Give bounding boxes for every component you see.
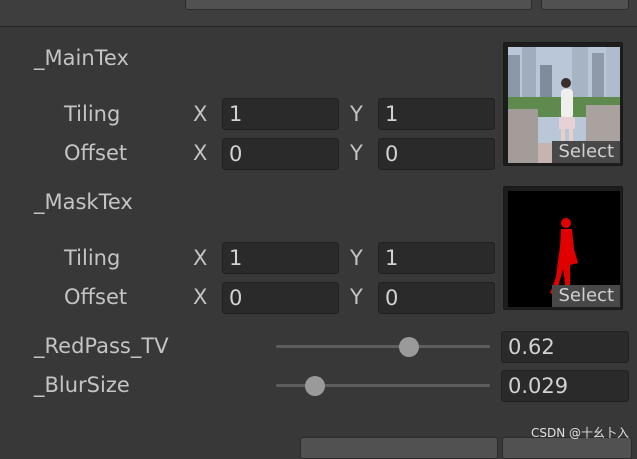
- main-tex-offset-x-field[interactable]: 0: [222, 138, 339, 170]
- watermark: CSDN @十幺卜入: [530, 426, 629, 440]
- mask-tex-tiling-x-label: X: [193, 246, 208, 270]
- mask-tex-tiling-y-label: Y: [350, 246, 363, 270]
- blur-size-slider-thumb[interactable]: [304, 376, 325, 396]
- mask-tex-offset-x-field[interactable]: 0: [222, 282, 339, 314]
- main-tex-tiling-y-label: Y: [350, 102, 363, 126]
- main-tex-offset-x-label: X: [193, 141, 208, 165]
- mask-tex-tiling-y-field[interactable]: 1: [378, 242, 495, 274]
- main-tex-label: _MainTex: [34, 46, 129, 70]
- blur-size-label: _BlurSize: [34, 373, 130, 397]
- red-pass-tv-slider-track[interactable]: [276, 345, 490, 348]
- main-tex-offset-label: Offset: [64, 141, 128, 165]
- main-tex-thumbnail-slot[interactable]: Select: [503, 42, 623, 166]
- main-tex-tiling-label: Tiling: [64, 102, 121, 126]
- red-pass-tv-label: _RedPass_TV: [34, 334, 169, 358]
- main-tex-tiling-x-label: X: [193, 102, 208, 126]
- mask-tex-label: _MaskTex: [34, 190, 133, 214]
- main-tex-offset-y-label: Y: [350, 141, 363, 165]
- mask-tex-tiling-label: Tiling: [64, 246, 121, 270]
- red-pass-tv-slider-thumb[interactable]: [398, 337, 419, 357]
- red-pass-tv-value-field[interactable]: 0.62: [501, 331, 629, 363]
- edit-button[interactable]: [541, 0, 629, 10]
- mask-tex-select-button[interactable]: Select: [552, 285, 620, 307]
- shader-dropdown[interactable]: [185, 0, 532, 10]
- mask-tex-offset-y-label: Y: [350, 285, 363, 309]
- mask-tex-offset-x-label: X: [193, 285, 208, 309]
- mask-tex-thumbnail-slot[interactable]: Select: [503, 186, 623, 310]
- main-tex-select-button[interactable]: Select: [552, 141, 620, 163]
- top-toolbar-partial: [0, 0, 637, 27]
- main-tex-tiling-x-field[interactable]: 1: [222, 98, 339, 130]
- main-tex-offset-y-field[interactable]: 0: [378, 138, 495, 170]
- mask-tex-offset-label: Offset: [64, 285, 128, 309]
- bottom-button-partial[interactable]: [300, 437, 498, 459]
- mask-tex-offset-y-field[interactable]: 0: [378, 282, 495, 314]
- main-tex-tiling-y-field[interactable]: 1: [378, 98, 495, 130]
- mask-tex-tiling-x-field[interactable]: 1: [222, 242, 339, 274]
- blur-size-value-field[interactable]: 0.029: [501, 370, 629, 402]
